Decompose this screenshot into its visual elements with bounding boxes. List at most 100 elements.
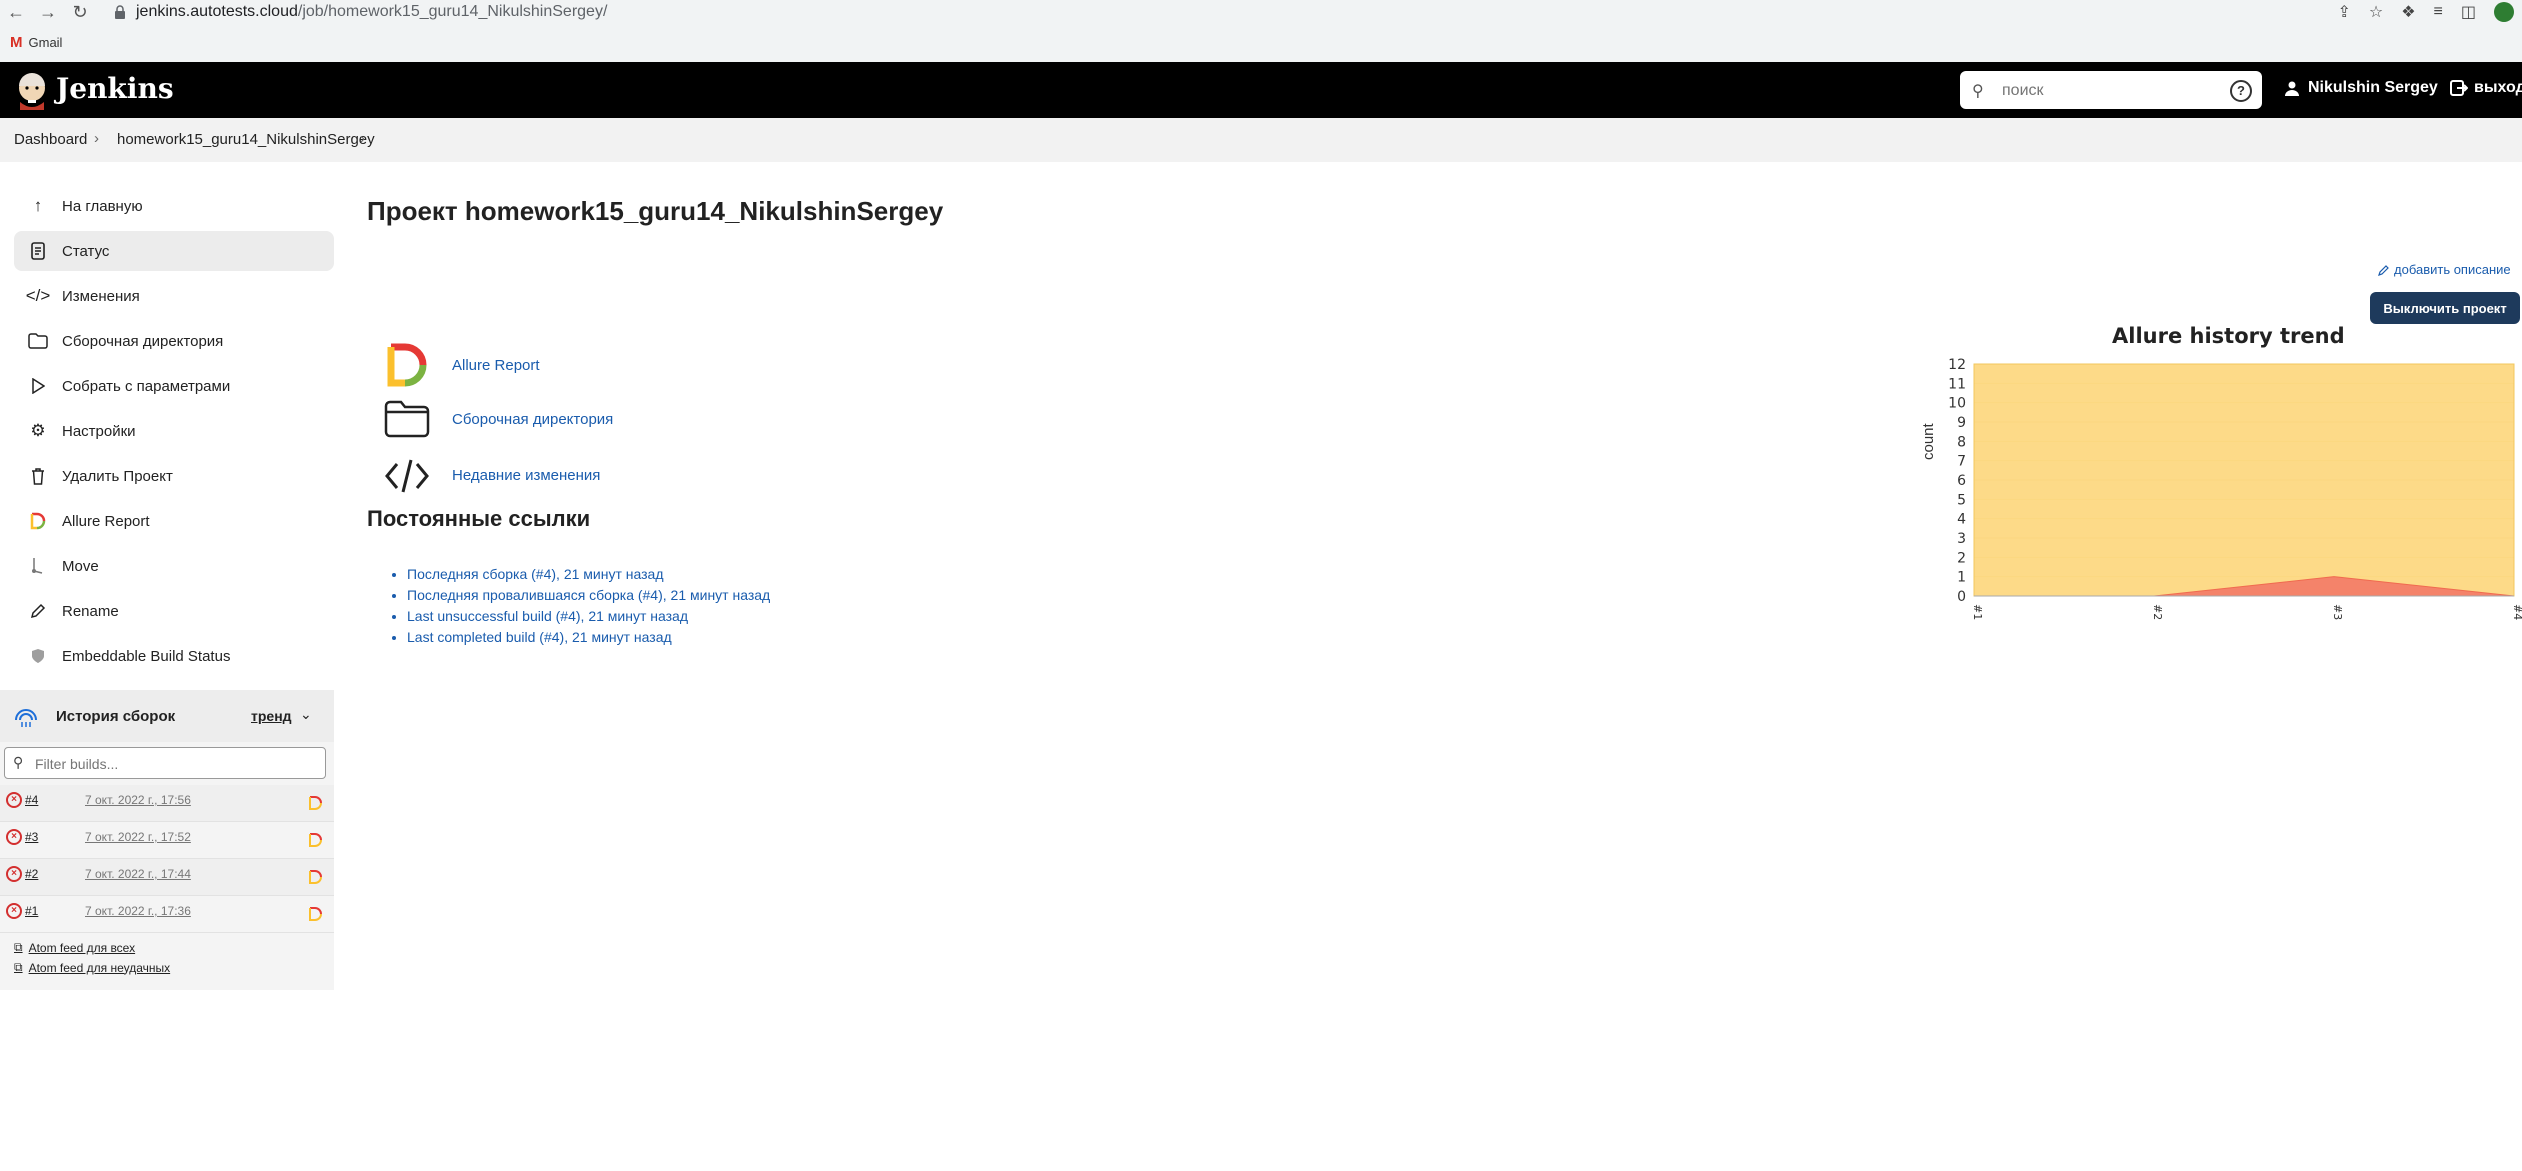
allure-icon [384, 342, 430, 388]
logout-link[interactable]: выход [2450, 79, 2522, 97]
side-panel-icon[interactable]: ◫ [2461, 2, 2476, 22]
profile-avatar[interactable] [2494, 2, 2514, 22]
permalink-item[interactable]: Last completed build (#4), 21 минут наза… [407, 629, 770, 650]
disable-project-button[interactable]: Выключить проект [2370, 292, 2520, 324]
add-description-link[interactable]: добавить описание [2378, 262, 2511, 277]
chart-y-tick-label: 2 [1957, 550, 1966, 566]
extensions-icon[interactable]: ❖ [2401, 2, 2415, 22]
failed-status-icon: × [6, 829, 22, 845]
chart-x-tick-label: #1 [1971, 604, 1984, 620]
user-link[interactable]: Nikulshin Sergey [2284, 79, 2438, 97]
bookmark-gmail[interactable]: M Gmail [10, 34, 62, 51]
build-number[interactable]: #2 [25, 867, 38, 881]
reload-icon[interactable]: ↻ [70, 2, 90, 22]
side-panel: ↑ На главную Статус </> Изменения Сбороч… [14, 186, 334, 681]
breadcrumb-dashboard[interactable]: Dashboard [14, 131, 87, 148]
chart-y-tick-label: 6 [1957, 473, 1966, 489]
sidebar-item-label: Rename [62, 602, 119, 620]
sidebar-item-build-with-params[interactable]: Собрать с параметрами [14, 366, 334, 406]
allure-icon[interactable] [308, 870, 322, 884]
permalink-item[interactable]: Последняя сборка (#4), 21 минут назад [407, 566, 770, 587]
sidebar-item-status[interactable]: Статус [14, 231, 334, 271]
build-date[interactable]: 7 окт. 2022 г., 17:36 [85, 904, 191, 918]
share-icon[interactable]: ⇪ [2337, 2, 2350, 22]
build-number[interactable]: #4 [25, 793, 38, 807]
sidebar-item-home[interactable]: ↑ На главную [14, 186, 334, 226]
move-icon [28, 556, 48, 576]
chart-y-tick-label: 7 [1957, 454, 1966, 470]
permalink-item[interactable]: Last unsuccessful build (#4), 21 минут н… [407, 608, 770, 629]
main-link-workspace[interactable]: Сборочная директория [384, 396, 613, 442]
logout-label: выход [2474, 79, 2522, 96]
build-number[interactable]: #3 [25, 830, 38, 844]
allure-icon[interactable] [308, 796, 322, 810]
trend-link[interactable]: тренд [251, 708, 292, 724]
feed-all-link[interactable]: ⧉ Atom feed для всех [14, 940, 135, 955]
forward-icon[interactable]: → [38, 2, 58, 22]
chevron-right-icon[interactable]: › [360, 130, 365, 147]
chart-y-tick-label: 4 [1957, 512, 1966, 528]
main-link-label: Allure Report [452, 357, 540, 374]
build-history-header: История сборок тренд ⌄ [0, 690, 334, 742]
back-icon[interactable]: ← [6, 2, 26, 22]
sidebar-item-delete[interactable]: Удалить Проект [14, 456, 334, 496]
search-icon: ⚲ [1972, 83, 1984, 100]
chart-x-tick-label: #3 [2331, 604, 2344, 620]
sidebar-item-embeddable-status[interactable]: Embeddable Build Status [14, 636, 334, 676]
build-date[interactable]: 7 окт. 2022 г., 17:44 [85, 867, 191, 881]
pencil-icon [2378, 264, 2389, 276]
allure-icon[interactable] [308, 907, 322, 921]
chart-y-tick-label: 5 [1957, 492, 1966, 508]
help-icon[interactable]: ? [2230, 80, 2252, 102]
chevron-right-icon: › [94, 130, 99, 147]
feed-label: Atom feed для неудачных [28, 960, 171, 975]
code-icon: </> [25, 286, 51, 305]
sidebar-item-label: Allure Report [62, 512, 150, 530]
sidebar-item-rename[interactable]: Rename [14, 591, 334, 631]
search-icon: ⚲ [13, 754, 24, 770]
build-date[interactable]: 7 окт. 2022 г., 17:56 [85, 793, 191, 807]
permalink-item[interactable]: Последняя провалившаяся сборка (#4), 21 … [407, 587, 770, 608]
build-list: × #4 7 окт. 2022 г., 17:56 × #3 7 окт. 2… [0, 785, 334, 933]
main-link-label: Недавние изменения [452, 467, 601, 484]
sidebar-item-allure[interactable]: Allure Report [14, 501, 334, 541]
sidebar-item-changes[interactable]: </> Изменения [14, 276, 334, 316]
chart-x-tick-label: #4 [2511, 604, 2522, 620]
badge-icon [28, 646, 48, 666]
brand-title[interactable]: Jenkins [56, 72, 174, 105]
build-row: × #1 7 окт. 2022 г., 17:36 [0, 896, 334, 933]
bookmark-label: Gmail [28, 35, 63, 50]
filter-builds-input[interactable] [33, 752, 317, 776]
build-row: × #3 7 окт. 2022 г., 17:52 [0, 822, 334, 859]
sidebar-item-settings[interactable]: ⚙ Настройки [14, 411, 334, 451]
chevron-down-icon[interactable]: ⌄ [300, 706, 312, 723]
pencil-icon [28, 601, 48, 621]
star-icon[interactable]: ☆ [2369, 2, 2383, 22]
allure-trend-chart[interactable]: 0123456789101112#1 #2 #3 #4 [1940, 352, 2522, 632]
address-bar[interactable]: jenkins.autotests.cloud/job/homework15_g… [104, 0, 2384, 24]
feed-label: Atom feed для всех [28, 940, 136, 955]
breadcrumb-job[interactable]: homework15_guru14_NikulshinSergey [117, 131, 375, 148]
allure-icon[interactable] [308, 833, 322, 847]
sidebar-item-workspace[interactable]: Сборочная директория [14, 321, 334, 361]
build-number[interactable]: #1 [25, 904, 38, 918]
reading-list-icon[interactable]: ≡ [2434, 3, 2443, 21]
sidebar-item-move[interactable]: Move [14, 546, 334, 586]
feeds: ⧉ Atom feed для всех ⧉ Atom feed для неу… [0, 934, 334, 990]
chart-x-tick-label: #2 [2151, 604, 2164, 620]
folder-icon [28, 331, 48, 351]
feed-failed-link[interactable]: ⧉ Atom feed для неудачных [14, 960, 170, 975]
search-input[interactable] [2000, 77, 2204, 105]
arrow-up-icon: ↑ [33, 196, 43, 215]
chart-y-tick-label: 9 [1957, 415, 1966, 431]
jenkins-logo-icon[interactable] [12, 70, 52, 110]
build-date[interactable]: 7 окт. 2022 г., 17:52 [85, 830, 191, 844]
main-link-allure[interactable]: Allure Report [384, 342, 540, 388]
document-icon [28, 241, 48, 261]
sidebar-item-label: Изменения [62, 287, 140, 305]
permalinks-list: Последняя сборка (#4), 21 минут назад По… [391, 566, 770, 650]
play-icon [28, 376, 48, 396]
user-icon [2285, 81, 2299, 96]
main-link-recent-changes[interactable]: Недавние изменения [384, 453, 600, 499]
code-icon [384, 453, 430, 499]
